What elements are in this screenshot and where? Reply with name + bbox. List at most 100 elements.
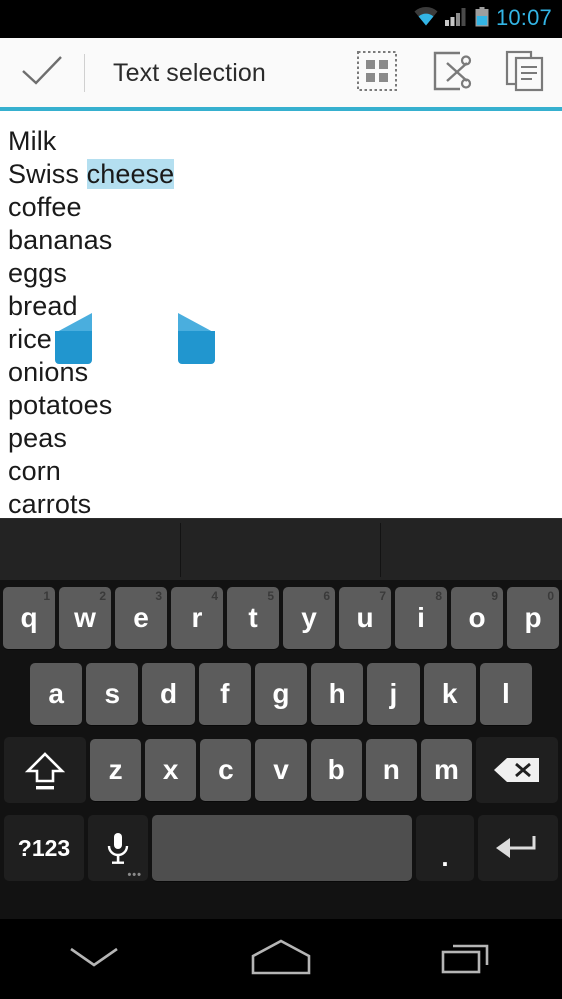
mic-key[interactable]: ••• xyxy=(88,815,148,881)
key-label: m xyxy=(433,754,459,785)
key-label: u xyxy=(356,602,374,633)
key-number-hint: 6 xyxy=(323,589,330,603)
key-number-hint: 7 xyxy=(379,589,386,603)
selected-text[interactable]: cheese xyxy=(86,159,175,189)
done-button[interactable] xyxy=(0,54,84,93)
key-e[interactable]: e3 xyxy=(115,587,167,649)
text-editor[interactable]: Milk Swiss cheese coffee bananas eggs bread ri… xyxy=(0,111,562,518)
soft-keyboard: q1w2e3r4t5y6u7i8o9p0 asdfghjkl zxcvbnm ?… xyxy=(0,518,562,919)
editor-line[interactable]: Swiss cheese xyxy=(8,158,562,191)
suggestion-divider xyxy=(380,523,381,577)
key-a[interactable]: a xyxy=(30,663,83,725)
selection-handle-start-tip xyxy=(55,313,92,333)
key-d[interactable]: d xyxy=(142,663,195,725)
key-label: s xyxy=(104,678,121,709)
key-w[interactable]: w2 xyxy=(59,587,111,649)
key-k[interactable]: k xyxy=(423,663,476,725)
check-icon xyxy=(20,54,64,93)
key-q[interactable]: q1 xyxy=(3,587,55,649)
signal-icon xyxy=(444,7,468,31)
editor-line-text: peas xyxy=(8,423,67,453)
select-all-button[interactable] xyxy=(340,38,414,108)
period-key[interactable]: . xyxy=(416,815,474,881)
key-m[interactable]: m xyxy=(420,739,472,801)
selection-handle-end[interactable] xyxy=(178,313,215,364)
key-c[interactable]: c xyxy=(200,739,252,801)
key-o[interactable]: o9 xyxy=(451,587,503,649)
editor-line[interactable]: peas xyxy=(8,422,562,455)
editor-line[interactable]: potatoes xyxy=(8,389,562,422)
key-s[interactable]: s xyxy=(86,663,139,725)
key-v[interactable]: v xyxy=(255,739,307,801)
hide-keyboard-button[interactable] xyxy=(0,919,187,999)
editor-line[interactable]: corn xyxy=(8,455,562,488)
keyboard-row-1: q1w2e3r4t5y6u7i8o9p0 xyxy=(0,580,562,656)
editor-line-text: eggs xyxy=(8,258,67,288)
key-j[interactable]: j xyxy=(367,663,420,725)
status-clock: 10:07 xyxy=(495,5,552,30)
key-t[interactable]: t5 xyxy=(227,587,279,649)
key-l[interactable]: l xyxy=(479,663,532,725)
keyboard-row-2: a s d fghjkl xyxy=(0,656,562,732)
key-g[interactable]: g xyxy=(254,663,308,725)
key-u[interactable]: u7 xyxy=(339,587,391,649)
home-button[interactable] xyxy=(187,919,374,999)
selection-handle-start-stem xyxy=(55,331,92,364)
keyboard-row-3-letters: z x cvbnm xyxy=(88,739,474,801)
key-label: q xyxy=(20,602,38,633)
key-label: f xyxy=(220,678,230,709)
key-number-hint: 8 xyxy=(435,589,442,603)
navigation-bar xyxy=(0,919,562,999)
editor-line-text: corn xyxy=(8,456,61,486)
editor-line[interactable]: carrots xyxy=(8,488,562,518)
editor-line[interactable]: bananas xyxy=(8,224,562,257)
key-label: d xyxy=(159,678,178,709)
key-label: h xyxy=(328,678,346,709)
key-h[interactable]: h xyxy=(311,663,364,725)
key-y[interactable]: y6 xyxy=(283,587,335,649)
key-label: e xyxy=(133,602,149,633)
key-f[interactable]: f xyxy=(198,663,251,725)
space-key[interactable] xyxy=(152,815,412,881)
suggestion-bar[interactable] xyxy=(0,518,562,580)
copy-button[interactable] xyxy=(488,38,562,108)
key-x[interactable]: x xyxy=(145,739,197,801)
key-z[interactable]: z xyxy=(90,739,142,801)
editor-line-text: rice xyxy=(8,324,52,354)
key-label: l xyxy=(501,678,510,709)
editor-line-text: Milk xyxy=(8,126,57,156)
selection-handle-end-stem xyxy=(178,331,215,364)
key-i[interactable]: i8 xyxy=(395,587,447,649)
copy-icon xyxy=(505,50,545,97)
battery-icon xyxy=(475,6,489,32)
key-number-hint: 2 xyxy=(99,589,106,603)
cut-button[interactable] xyxy=(414,38,488,108)
select-all-icon xyxy=(357,50,397,96)
editor-line[interactable]: coffee xyxy=(8,191,562,224)
scissors-icon xyxy=(430,50,472,97)
editor-line[interactable]: Milk xyxy=(8,125,562,158)
keyboard-row-3: z x cvbnm xyxy=(0,732,562,808)
key-label: x xyxy=(162,754,179,785)
key-p[interactable]: p0 xyxy=(507,587,559,649)
action-bar: Text selection xyxy=(0,38,562,108)
key-r[interactable]: r4 xyxy=(171,587,223,649)
key-label: t xyxy=(248,602,258,633)
enter-key[interactable] xyxy=(478,815,558,881)
key-b[interactable]: b xyxy=(310,739,362,801)
editor-line-text: potatoes xyxy=(8,390,113,420)
delete-key[interactable] xyxy=(476,737,558,803)
editor-line[interactable]: eggs xyxy=(8,257,562,290)
chevron-down-icon xyxy=(67,944,121,975)
symbols-key[interactable]: ?123 xyxy=(4,815,84,881)
key-label: c xyxy=(218,754,234,785)
shift-key[interactable] xyxy=(4,737,86,803)
recents-button[interactable] xyxy=(375,919,562,999)
keyboard-row-4: ?123 ••• . xyxy=(0,808,562,888)
key-n[interactable]: n xyxy=(365,739,417,801)
key-label: a xyxy=(48,678,64,709)
key-label: z xyxy=(108,754,123,785)
wifi-icon xyxy=(414,7,438,31)
selection-handle-start[interactable] xyxy=(55,313,92,364)
key-number-hint: 1 xyxy=(43,589,50,603)
